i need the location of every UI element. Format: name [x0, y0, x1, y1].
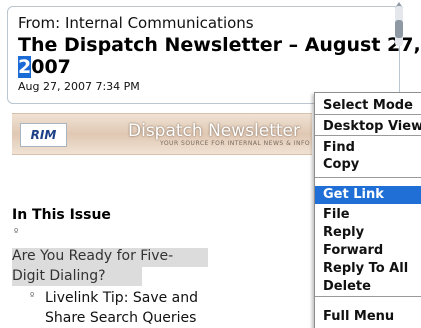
menu-item-copy[interactable]: Copy [315, 156, 421, 174]
menu-item-delete[interactable]: Delete [315, 278, 421, 296]
scrollbar-thumb[interactable] [395, 20, 403, 38]
subject-line-continued: 2007 [18, 56, 71, 78]
context-menu: Select Mode Desktop View Find Copy Get Link F… [314, 92, 421, 328]
article-link-five-digit-dialing-cont[interactable]: Digit Dialing? [12, 268, 106, 284]
menu-item-forward[interactable]: Forward [315, 242, 421, 260]
banner-subtitle: YOUR SOURCE FOR INTERNAL NEWS & INFO [160, 140, 311, 147]
menu-separator [315, 296, 421, 297]
text-cursor[interactable]: 2 [18, 56, 32, 78]
issue-heading: In This Issue [12, 207, 111, 223]
menu-item-find[interactable]: Find [315, 139, 421, 157]
menu-item-reply-to-all[interactable]: Reply To All [315, 260, 421, 278]
menu-item-get-link[interactable]: Get Link [315, 186, 421, 204]
rim-logo: RIM [20, 123, 67, 147]
bullet-icon: º [14, 228, 19, 238]
subject-line: The Dispatch Newsletter – August 27, [18, 34, 421, 56]
menu-item-select-mode[interactable]: Select Mode [315, 97, 421, 115]
message-date: Aug 27, 2007 7:34 PM [18, 80, 140, 93]
subject-line-rest: 007 [31, 56, 71, 78]
sender-line: From: Internal Communications [18, 14, 254, 32]
article-link-five-digit-dialing[interactable]: Are You Ready for Five- [12, 248, 173, 264]
menu-separator [315, 177, 421, 178]
menu-item-file[interactable]: File [315, 206, 421, 224]
menu-item-reply[interactable]: Reply [315, 224, 421, 242]
bullet-icon: º [30, 292, 35, 302]
menu-item-full-menu[interactable]: Full Menu [315, 308, 421, 326]
article-link-livelink-tip-cont[interactable]: Share Search Queries [45, 310, 196, 326]
article-link-livelink-tip[interactable]: Livelink Tip: Save and [45, 290, 198, 306]
menu-item-desktop-view[interactable]: Desktop View [315, 118, 421, 136]
banner-title: Dispatch Newsletter [128, 121, 300, 141]
